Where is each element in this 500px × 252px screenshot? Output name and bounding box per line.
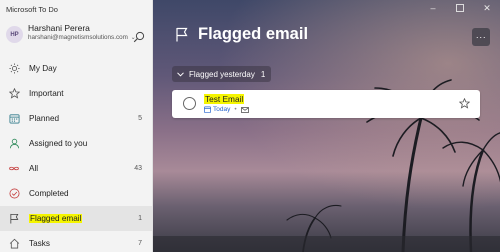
profile[interactable]: HP Harshani Perera harshani@magnetismsol… <box>0 18 152 56</box>
sidebar-nav: My Day Important Planned 5 Assigned to y… <box>0 56 152 252</box>
sidebar-item-label: Planned <box>29 114 60 123</box>
task-title: Test Email <box>204 94 245 104</box>
calendar-icon <box>8 113 20 125</box>
window-controls: – ✕ <box>428 3 492 14</box>
sidebar-item-label: Flagged email <box>29 214 83 223</box>
infinity-icon <box>8 163 20 175</box>
sidebar-item-count: 7 <box>138 240 142 247</box>
sidebar-item-label: Completed <box>29 189 69 198</box>
sidebar-item-flagged-email[interactable]: Flagged email 1 <box>0 206 152 231</box>
sun-icon <box>8 63 20 75</box>
sidebar-item-tasks[interactable]: Tasks 7 <box>0 231 152 252</box>
profile-email-row: harshani@magnetismsolutions.com ⌄ <box>28 34 136 42</box>
sidebar-item-label: Tasks <box>29 239 50 248</box>
list-header: Flagged email <box>175 25 308 44</box>
star-icon <box>8 88 20 100</box>
sidebar-item-count: 5 <box>138 115 142 122</box>
complete-task-checkbox[interactable] <box>183 97 196 110</box>
sidebar-item-my-day[interactable]: My Day <box>0 56 152 81</box>
sidebar-item-label: Assigned to you <box>29 139 88 148</box>
star-icon[interactable] <box>459 98 470 109</box>
avatar[interactable]: HP <box>6 26 23 43</box>
sidebar-item-assigned-to-you[interactable]: Assigned to you <box>0 131 152 156</box>
profile-name: Harshani Perera <box>28 23 90 33</box>
group-header-flagged-yesterday[interactable]: Flagged yesterday 1 <box>172 66 272 82</box>
flag-icon <box>8 213 20 225</box>
sidebar-item-planned[interactable]: Planned 5 <box>0 106 152 131</box>
separator-dot: • <box>234 106 237 113</box>
app-title: Microsoft To Do <box>6 5 58 14</box>
mail-icon <box>240 106 249 113</box>
calendar-icon <box>204 106 211 113</box>
main-pane: – ✕ Flagged email ··· Flagged yesterday … <box>153 0 500 252</box>
group-label: Flagged yesterday <box>189 69 255 79</box>
page-title: Flagged email <box>198 25 309 43</box>
task-item[interactable]: Test Email Today • <box>172 90 480 118</box>
task-title-text: Test Email <box>204 94 245 104</box>
sidebar-item-count: 43 <box>134 165 142 172</box>
search-icon[interactable] <box>133 31 145 43</box>
minimize-icon[interactable]: – <box>428 3 438 13</box>
sidebar: Microsoft To Do HP Harshani Perera harsh… <box>0 0 153 252</box>
profile-email: harshani@magnetismsolutions.com <box>28 33 128 41</box>
chevron-down-icon <box>177 71 184 77</box>
sidebar-item-important[interactable]: Important <box>0 81 152 106</box>
person-icon <box>8 138 20 150</box>
check-circle-icon <box>8 188 20 200</box>
sidebar-item-all[interactable]: All 43 <box>0 156 152 181</box>
task-meta: Today • <box>204 106 249 113</box>
flag-icon <box>176 27 188 42</box>
home-icon <box>8 238 20 250</box>
task-due-date: Today <box>213 106 231 113</box>
sidebar-item-label: My Day <box>29 64 57 73</box>
more-options-button[interactable]: ··· <box>472 28 490 46</box>
sidebar-item-label: Important <box>29 89 64 98</box>
group-count: 1 <box>260 69 266 79</box>
maximize-icon[interactable] <box>455 3 465 13</box>
profile-text: Harshani Perera harshani@magnetismsoluti… <box>28 23 136 42</box>
sidebar-item-count: 1 <box>138 215 142 222</box>
sidebar-item-label: All <box>29 164 39 173</box>
sidebar-item-completed[interactable]: Completed <box>0 181 152 206</box>
close-icon[interactable]: ✕ <box>482 3 492 13</box>
